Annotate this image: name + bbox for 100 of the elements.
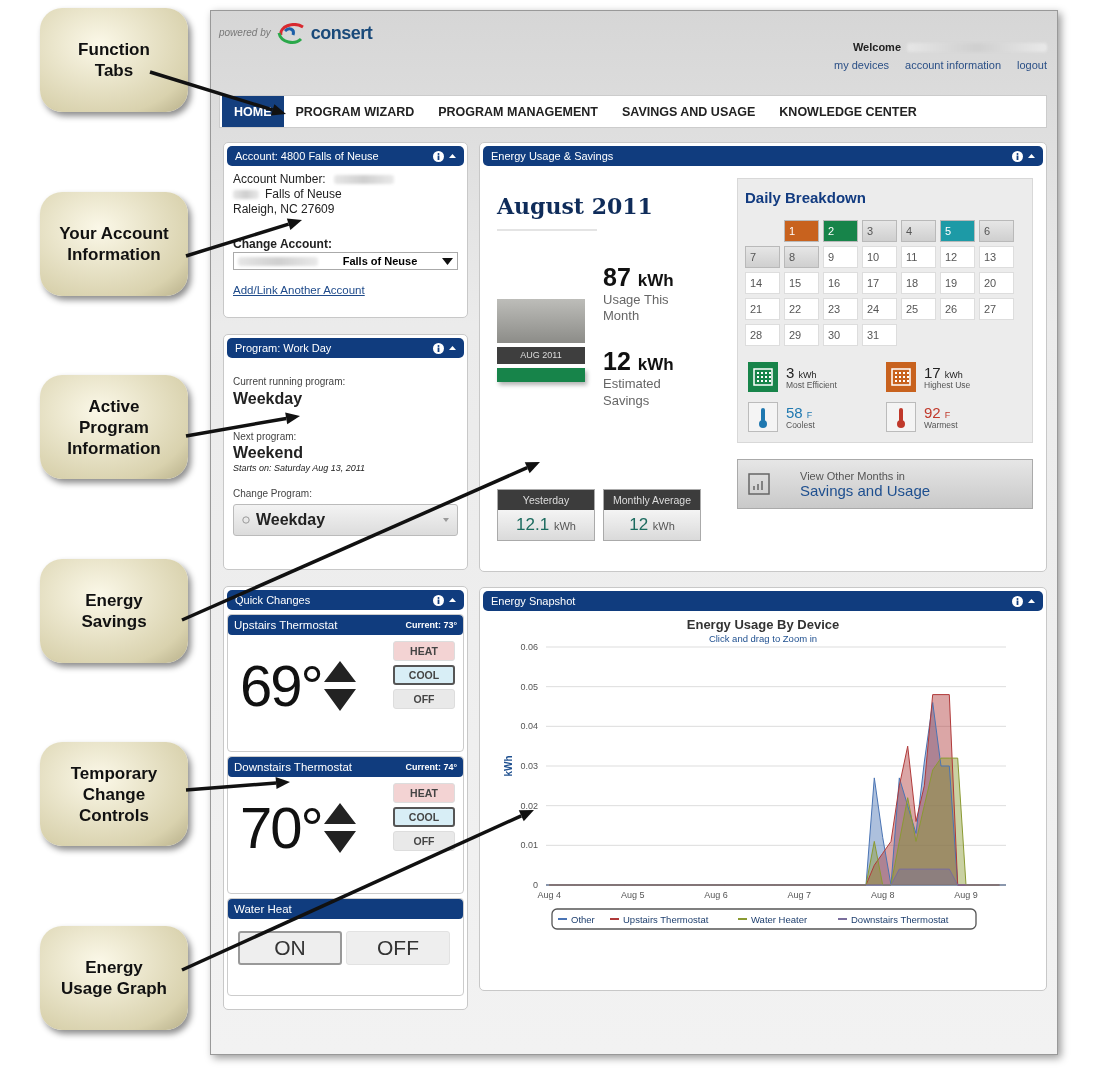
mode-button[interactable]: OFF — [393, 689, 455, 709]
redacted-number-blur — [333, 175, 394, 184]
next-program-label: Next program: — [233, 430, 298, 443]
legend-label: Water Heater — [751, 913, 808, 925]
tile-label: Yesterday — [498, 490, 594, 510]
legend-label: Other — [571, 913, 595, 925]
account-number-label: Account Number: — [233, 172, 326, 187]
collapse-caret-icon[interactable] — [449, 154, 456, 158]
setpoint-temperature: 69° — [240, 657, 322, 715]
calendar-day[interactable]: 7 — [745, 246, 780, 268]
dropdown-caret-icon — [443, 517, 449, 522]
account-select[interactable]: Falls of Neuse — [233, 252, 458, 270]
collapse-caret-icon[interactable] — [449, 598, 456, 602]
calendar-icon — [748, 362, 778, 392]
stat-label: Coolest — [786, 419, 815, 430]
calendar-day[interactable]: 18 — [901, 272, 936, 294]
calendar-day[interactable]: 15 — [784, 272, 819, 294]
calendar-day[interactable]: 29 — [784, 324, 819, 346]
info-icon[interactable] — [1012, 595, 1023, 607]
callout-label: Temporary Change Controls — [69, 762, 159, 826]
calendar-icon — [886, 362, 916, 392]
breakdown-title: Daily Breakdown — [745, 189, 867, 206]
legend-label: Downstairs Thermostat — [851, 913, 949, 925]
nav-tab[interactable]: SAVINGS AND USAGE — [609, 96, 768, 127]
calendar-day[interactable]: 30 — [823, 324, 858, 346]
nav-tab[interactable]: PROGRAM MANAGEMENT — [426, 96, 610, 127]
calendar-day[interactable]: 24 — [862, 298, 897, 320]
up-down-arrows-icon[interactable] — [323, 803, 356, 853]
calendar-day[interactable]: 12 — [940, 246, 975, 268]
calendar-day[interactable]: 17 — [862, 272, 897, 294]
collapse-caret-icon[interactable] — [1028, 599, 1035, 603]
calendar-day[interactable]: 14 — [745, 272, 780, 294]
calendar-day[interactable]: 20 — [979, 272, 1014, 294]
calendar-day[interactable]: 8 — [784, 246, 819, 268]
mode-button[interactable]: COOL — [393, 807, 455, 827]
y-tick-label: 0.02 — [520, 800, 538, 811]
dropdown-caret-icon — [442, 257, 453, 265]
savings-value: 12 kWh — [603, 347, 674, 377]
collapse-caret-icon[interactable] — [1028, 154, 1035, 158]
stat-value: 3 kWh — [786, 364, 818, 380]
program-select[interactable]: Weekday — [233, 503, 458, 536]
calendar-day[interactable]: 23 — [823, 298, 858, 320]
calendar-day[interactable]: 27 — [979, 298, 1014, 320]
calendar-day[interactable]: 10 — [862, 246, 897, 268]
y-axis-label: kWh — [503, 755, 514, 777]
header-link[interactable]: my devices — [834, 59, 889, 71]
info-icon[interactable] — [433, 342, 444, 354]
calendar-day[interactable]: 21 — [745, 298, 780, 320]
calendar-day[interactable]: 19 — [940, 272, 975, 294]
calendar-day[interactable]: 25 — [901, 298, 936, 320]
stat-value: 92 F — [924, 404, 952, 420]
calendar-day[interactable]: 22 — [784, 298, 819, 320]
info-icon[interactable] — [1012, 150, 1023, 162]
usage-label: Usage This Month — [603, 291, 670, 326]
stat-value: 17 kWh — [924, 364, 964, 380]
calendar-day[interactable]: 3 — [862, 220, 897, 242]
tile-value: 12 kWh — [604, 510, 700, 540]
panel-title: Energy Snapshot — [491, 595, 576, 607]
welcome-text: Welcome — [852, 41, 901, 53]
nav-tab[interactable]: PROGRAM WIZARD — [283, 96, 427, 127]
mode-button[interactable]: COOL — [393, 665, 455, 685]
mode-button[interactable]: HEAT — [393, 641, 455, 661]
calendar-day[interactable]: 6 — [979, 220, 1014, 242]
calendar-day[interactable]: 1 — [784, 220, 819, 242]
water-heater-button[interactable]: ON — [238, 931, 342, 965]
x-tick-label: Aug 6 — [704, 890, 728, 900]
water-heater-button[interactable]: OFF — [346, 931, 450, 965]
collapse-caret-icon[interactable] — [449, 346, 456, 350]
y-tick-label: 0.03 — [520, 761, 538, 771]
thermostat-name: Downstairs Thermostat — [234, 761, 353, 773]
mode-button[interactable]: HEAT — [393, 783, 455, 803]
header-link[interactable]: logout — [1017, 59, 1047, 71]
thermostat-name: Upstairs Thermostat — [234, 619, 338, 631]
chart-title: Energy Usage By Device — [686, 617, 840, 632]
header-link[interactable]: account information — [905, 59, 1001, 71]
usage-value: 87 kWh — [603, 262, 674, 292]
chart-subtitle: Click and drag to Zoom in — [708, 633, 818, 644]
info-icon[interactable] — [433, 594, 444, 606]
calendar-day[interactable]: 16 — [823, 272, 858, 294]
calendar-day[interactable]: 9 — [823, 246, 858, 268]
nav-tab[interactable]: KNOWLEDGE CENTER — [767, 96, 929, 127]
calendar-day[interactable]: 31 — [862, 324, 897, 346]
calendar-day[interactable]: 11 — [901, 246, 936, 268]
calendar-day[interactable]: 2 — [823, 220, 858, 242]
legend-label: Upstairs Thermostat — [623, 913, 709, 925]
info-icon[interactable] — [433, 150, 444, 162]
mode-button[interactable]: OFF — [393, 831, 455, 851]
next-program-name: Weekend — [233, 443, 304, 463]
calendar-day[interactable]: 13 — [979, 246, 1014, 268]
next-program-start: Starts on: Saturday Aug 13, 2011 — [233, 463, 367, 475]
calendar-day[interactable]: 26 — [940, 298, 975, 320]
view-other-months-button[interactable]: View Other Months in Savings and Usage — [737, 459, 1033, 509]
panel-title: Program: Work Day — [235, 342, 332, 354]
calendar-day[interactable]: 28 — [745, 324, 780, 346]
calendar-day[interactable]: 4 — [901, 220, 936, 242]
add-account-link[interactable]: Add/Link Another Account — [233, 284, 458, 296]
bar-chart-icon — [748, 473, 770, 495]
month-heading: August 2011 — [497, 192, 653, 221]
up-down-arrows-icon[interactable] — [323, 661, 356, 711]
y-tick-label: 0.01 — [520, 840, 538, 851]
